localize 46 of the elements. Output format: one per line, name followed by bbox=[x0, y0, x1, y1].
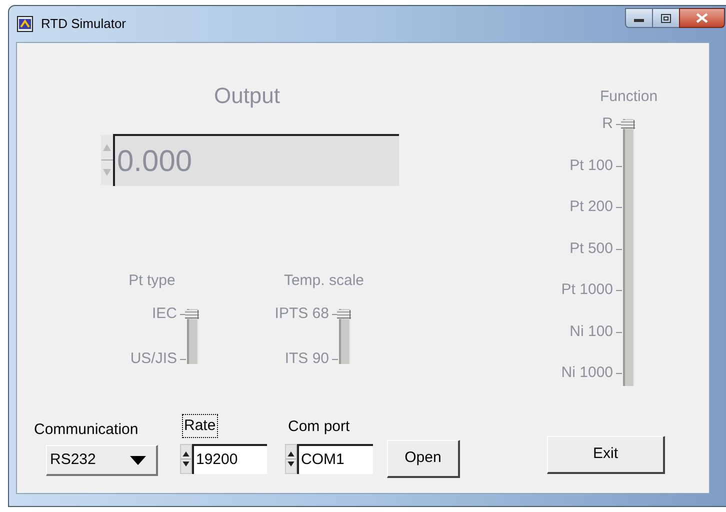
tick-mark bbox=[332, 314, 338, 315]
dropdown-arrow-icon bbox=[130, 456, 146, 464]
output-label: Output bbox=[214, 82, 280, 110]
slider-track[interactable] bbox=[623, 118, 634, 386]
slider-label: Pt 100 bbox=[570, 156, 613, 176]
communication-label: Communication bbox=[34, 420, 140, 440]
spinner-arrows-icon[interactable] bbox=[285, 444, 297, 474]
temp-scale-label: Temp. scale bbox=[284, 271, 364, 291]
com-port-label: Com port bbox=[288, 416, 351, 436]
slider-label: IPTS 68 bbox=[274, 304, 329, 324]
function-label: Function bbox=[600, 87, 658, 107]
slider-track[interactable] bbox=[339, 308, 350, 364]
slider-label: Pt 1000 bbox=[561, 280, 613, 300]
slider-label: Pt 500 bbox=[570, 238, 613, 259]
spinner-arrows-icon[interactable] bbox=[180, 444, 192, 474]
slider-label: Ni 100 bbox=[570, 322, 613, 342]
slider-label: Pt 200 bbox=[570, 197, 613, 218]
slider-label: US/JIS bbox=[130, 349, 177, 370]
restore-icon bbox=[661, 14, 671, 22]
slider-label: R bbox=[602, 114, 613, 134]
tick-mark bbox=[616, 248, 622, 250]
app-icon bbox=[17, 16, 33, 32]
window-title: RTD Simulator bbox=[41, 15, 126, 34]
open-button[interactable]: Open bbox=[387, 440, 460, 478]
rate-label: Rate bbox=[183, 414, 217, 437]
com-port-field[interactable]: COM1 bbox=[297, 444, 373, 474]
maximize-button[interactable] bbox=[653, 8, 679, 28]
slider-track[interactable] bbox=[187, 308, 198, 364]
close-button[interactable] bbox=[679, 8, 725, 28]
minimize-icon bbox=[634, 19, 644, 23]
tick-mark bbox=[616, 124, 622, 125]
rate-field[interactable]: 19200 bbox=[192, 444, 267, 474]
slider-label: ITS 90 bbox=[284, 349, 329, 370]
tick-mark bbox=[180, 359, 186, 360]
tick-mark bbox=[616, 373, 622, 374]
slider-label: Ni 1000 bbox=[561, 363, 613, 384]
minimize-button[interactable] bbox=[625, 8, 653, 28]
exit-button[interactable]: Exit bbox=[547, 436, 665, 474]
tick-mark bbox=[616, 290, 622, 291]
tick-mark bbox=[616, 207, 622, 208]
tick-mark bbox=[180, 314, 186, 315]
communication-dropdown[interactable]: RS232 bbox=[46, 445, 158, 476]
close-icon bbox=[696, 13, 708, 23]
tick-mark bbox=[332, 359, 338, 360]
slider-label: IEC bbox=[152, 304, 177, 324]
pt-type-label: Pt type bbox=[128, 271, 176, 291]
